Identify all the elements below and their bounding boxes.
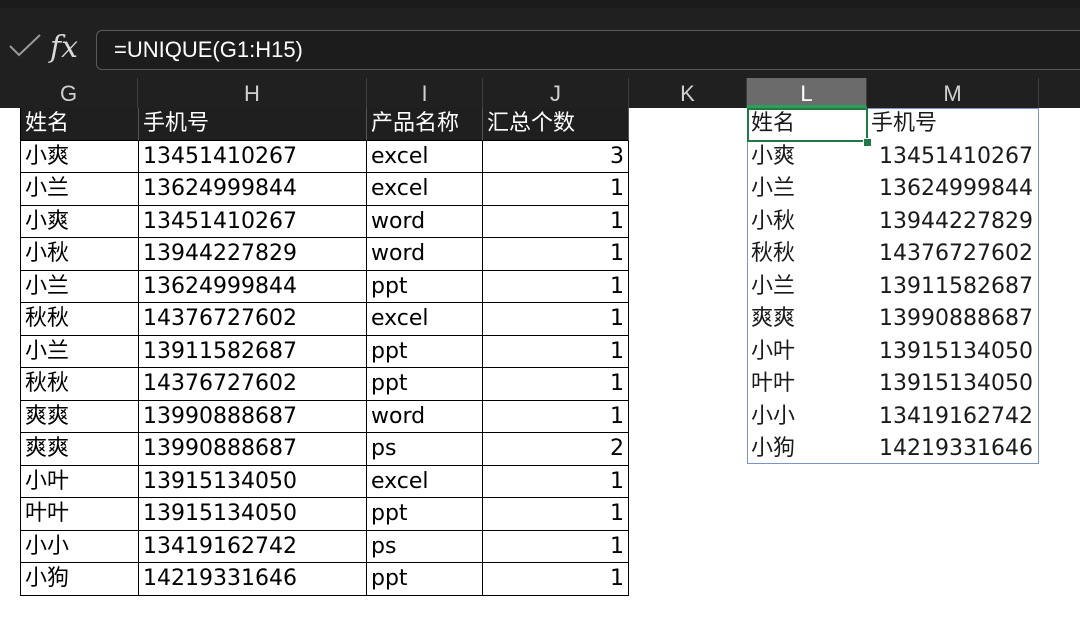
result-cell-name[interactable]: 小叶: [747, 336, 867, 369]
source-cell-product[interactable]: word: [367, 400, 483, 433]
source-cell-phone[interactable]: 13915134050: [139, 465, 367, 498]
source-cell-phone[interactable]: 13915134050: [139, 498, 367, 531]
source-cell-name[interactable]: 小秋: [20, 238, 139, 271]
source-cell-product[interactable]: ppt: [367, 335, 483, 368]
source-header-count[interactable]: 汇总个数: [483, 108, 629, 141]
source-cell-product[interactable]: word: [367, 205, 483, 238]
source-cell-count[interactable]: 1: [483, 498, 629, 531]
source-cell-name[interactable]: 小兰: [20, 335, 139, 368]
result-cell-name[interactable]: 小小: [747, 401, 867, 434]
formula-bar: fx =UNIQUE(G1:H15): [0, 8, 1080, 78]
source-cell-phone[interactable]: 13624999844: [139, 270, 367, 303]
column-header-l[interactable]: L: [747, 78, 867, 108]
source-cell-name[interactable]: 小叶: [20, 465, 139, 498]
result-cell-phone[interactable]: 13624999844: [867, 173, 1037, 206]
source-cell-product[interactable]: ps: [367, 433, 483, 466]
source-cell-name[interactable]: 叶叶: [20, 498, 139, 531]
source-cell-phone[interactable]: 13911582687: [139, 335, 367, 368]
result-cell-phone[interactable]: 13911582687: [867, 271, 1037, 304]
column-header-i[interactable]: I: [367, 78, 483, 108]
source-cell-phone[interactable]: 13451410267: [139, 205, 367, 238]
source-cell-name[interactable]: 秋秋: [20, 303, 139, 336]
source-cell-product[interactable]: ppt: [367, 563, 483, 596]
source-cell-count[interactable]: 1: [483, 270, 629, 303]
source-cell-phone[interactable]: 13944227829: [139, 238, 367, 271]
result-cell-phone[interactable]: 13944227829: [867, 206, 1037, 239]
result-cell-name[interactable]: 小兰: [747, 173, 867, 206]
fx-icon[interactable]: fx: [50, 30, 78, 66]
result-cell-phone[interactable]: 14219331646: [867, 433, 1037, 466]
result-header-phone[interactable]: 手机号: [867, 108, 1037, 141]
source-cell-name[interactable]: 小兰: [20, 270, 139, 303]
result-cell-name[interactable]: 爽爽: [747, 303, 867, 336]
source-cell-product[interactable]: ps: [367, 530, 483, 563]
fill-handle[interactable]: [863, 138, 872, 147]
checkmark-icon[interactable]: [6, 32, 44, 60]
source-cell-name[interactable]: 小爽: [20, 205, 139, 238]
source-cell-count[interactable]: 1: [483, 368, 629, 401]
result-cell-name[interactable]: 叶叶: [747, 368, 867, 401]
source-cell-phone[interactable]: 14219331646: [139, 563, 367, 596]
formula-input[interactable]: =UNIQUE(G1:H15): [96, 30, 1080, 70]
source-cell-product[interactable]: word: [367, 238, 483, 271]
source-cell-count[interactable]: 1: [483, 563, 629, 596]
result-cell-name[interactable]: 小爽: [747, 141, 867, 174]
source-cell-count[interactable]: 1: [483, 173, 629, 206]
source-header-phone[interactable]: 手机号: [139, 108, 367, 141]
result-cell-phone[interactable]: 13915134050: [867, 336, 1037, 369]
column-header-g[interactable]: G: [0, 78, 138, 108]
result-cell-phone[interactable]: 13419162742: [867, 401, 1037, 434]
source-cell-name[interactable]: 小兰: [20, 173, 139, 206]
source-cell-phone[interactable]: 14376727602: [139, 303, 367, 336]
source-cell-count[interactable]: 1: [483, 530, 629, 563]
result-cell-phone[interactable]: 13915134050: [867, 368, 1037, 401]
source-header-product[interactable]: 产品名称: [367, 108, 483, 141]
column-header-m[interactable]: M: [867, 78, 1039, 108]
source-cell-count[interactable]: 3: [483, 140, 629, 173]
source-cell-product[interactable]: ppt: [367, 368, 483, 401]
source-cell-name[interactable]: 秋秋: [20, 368, 139, 401]
source-cell-phone[interactable]: 13990888687: [139, 400, 367, 433]
source-cell-product[interactable]: ppt: [367, 270, 483, 303]
source-cell-count[interactable]: 1: [483, 400, 629, 433]
source-cell-phone[interactable]: 13451410267: [139, 140, 367, 173]
source-cell-count[interactable]: 1: [483, 238, 629, 271]
column-header-k[interactable]: K: [629, 78, 747, 108]
result-cell-name[interactable]: 秋秋: [747, 238, 867, 271]
column-header-row: G H I J K L M: [0, 78, 1080, 108]
source-cell-count[interactable]: 1: [483, 205, 629, 238]
result-cell-name[interactable]: 小秋: [747, 206, 867, 239]
column-header-j[interactable]: J: [483, 78, 629, 108]
result-cell-phone[interactable]: 14376727602: [867, 238, 1037, 271]
source-cell-product[interactable]: ppt: [367, 498, 483, 531]
source-cell-name[interactable]: 小狗: [20, 563, 139, 596]
column-header-h[interactable]: H: [138, 78, 367, 108]
title-strip: [0, 0, 1080, 8]
source-cell-name[interactable]: 小小: [20, 530, 139, 563]
source-cell-product[interactable]: excel: [367, 140, 483, 173]
source-cell-count[interactable]: 1: [483, 335, 629, 368]
source-cell-count[interactable]: 1: [483, 303, 629, 336]
source-cell-product[interactable]: excel: [367, 465, 483, 498]
source-header-name[interactable]: 姓名: [20, 108, 139, 141]
source-cell-product[interactable]: excel: [367, 303, 483, 336]
source-cell-count[interactable]: 1: [483, 465, 629, 498]
source-cell-product[interactable]: excel: [367, 173, 483, 206]
source-cell-phone[interactable]: 13990888687: [139, 433, 367, 466]
source-cell-phone[interactable]: 13419162742: [139, 530, 367, 563]
active-cell-l1[interactable]: [747, 108, 868, 142]
source-cell-phone[interactable]: 14376727602: [139, 368, 367, 401]
source-cell-name[interactable]: 小爽: [20, 140, 139, 173]
result-cell-phone[interactable]: 13990888687: [867, 303, 1037, 336]
result-cell-name[interactable]: 小狗: [747, 433, 867, 466]
result-cell-name[interactable]: 小兰: [747, 271, 867, 304]
source-cell-name[interactable]: 爽爽: [20, 433, 139, 466]
source-cell-count[interactable]: 2: [483, 433, 629, 466]
source-cell-name[interactable]: 爽爽: [20, 400, 139, 433]
result-cell-phone[interactable]: 13451410267: [867, 141, 1037, 174]
source-cell-phone[interactable]: 13624999844: [139, 173, 367, 206]
